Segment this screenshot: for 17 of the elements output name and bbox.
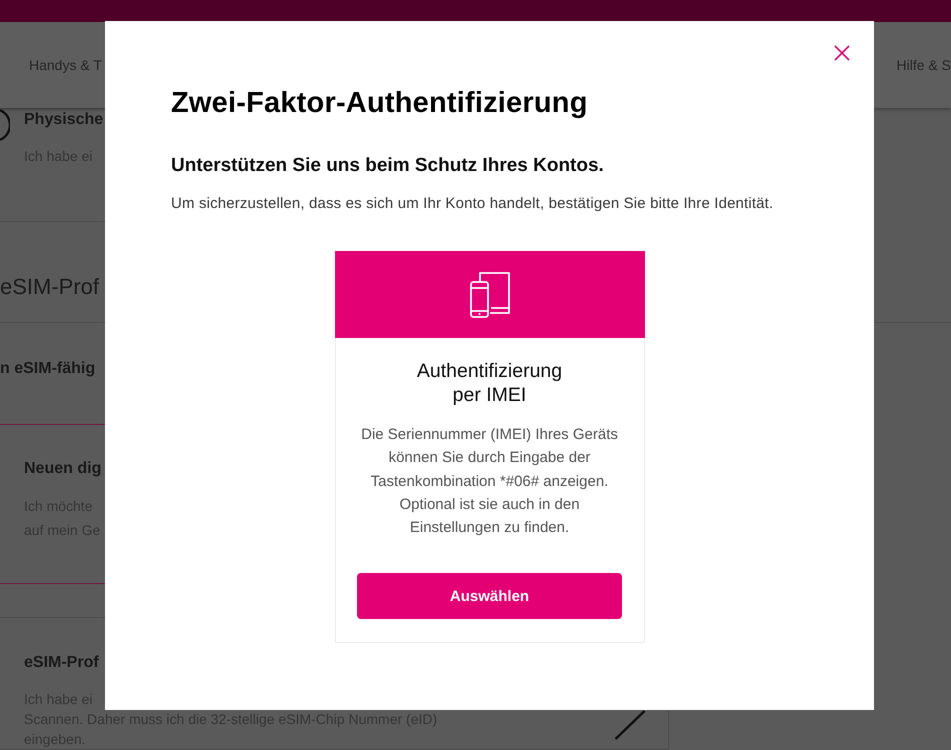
dialog-title: Zwei-Faktor-Authentifizierung <box>171 86 588 120</box>
section-heading: eSIM-Prof <box>0 273 100 301</box>
select-button[interactable]: Auswählen <box>357 573 622 620</box>
option-title: eSIM-Prof <box>24 653 99 673</box>
phone-tablet-icon <box>470 272 510 318</box>
dialog-subtitle: Unterstützen Sie uns beim Schutz Ihres Kontos. <box>171 154 604 177</box>
section-label: n eSIM-fähig <box>0 359 96 379</box>
nav-item[interactable]: Hilfe & S <box>896 57 951 73</box>
close-button[interactable] <box>834 45 850 61</box>
option-title: Neuen dig <box>24 459 102 479</box>
option-title: Physische <box>24 110 104 130</box>
dialog-description: Um sicherzustellen, dass es sich um Ihr Konto handelt, bestätigen Sie bitte Ihre Identität. <box>171 194 774 214</box>
card-description: Die Seriennummer (IMEI) Ihres Geräts können Sie durch Eingabe der Tastenkombination *#06# anzeigen. Optional ist sie auch in den Einstellungen zu finden. <box>360 425 619 538</box>
nav-item[interactable]: Handys & T <box>29 57 102 73</box>
diagonal-line-icon <box>614 710 646 740</box>
ring-icon <box>0 108 10 143</box>
card-title: Authentifizierung per IMEI <box>416 359 564 407</box>
